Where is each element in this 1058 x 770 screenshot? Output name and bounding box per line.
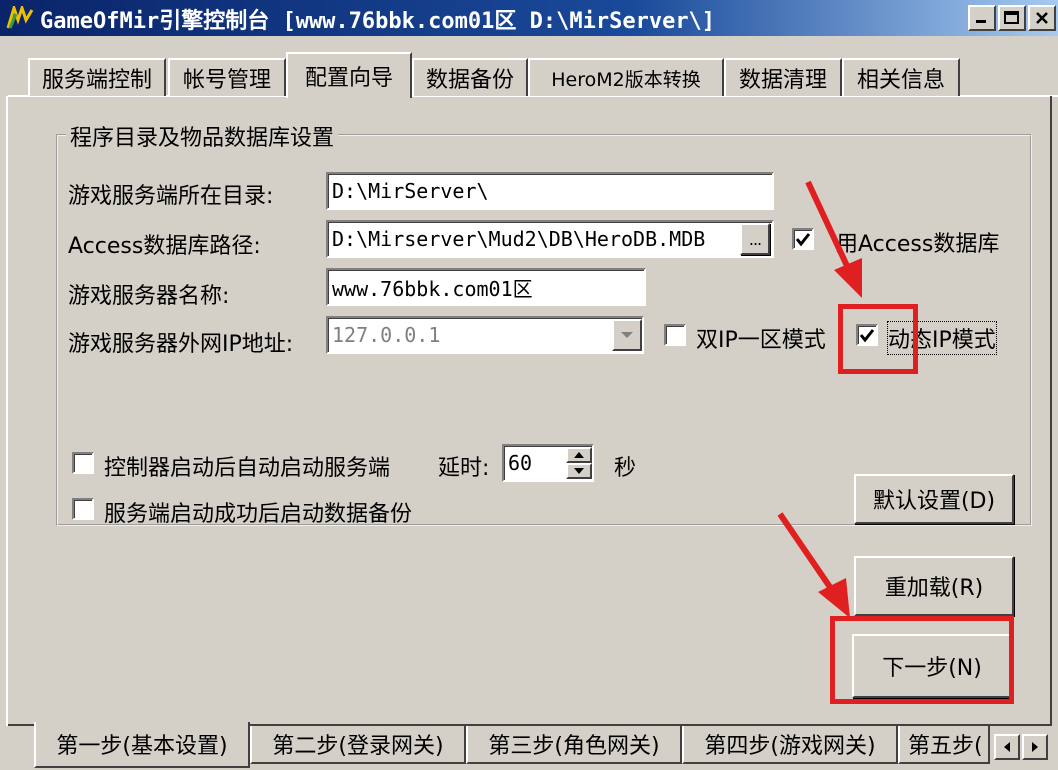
- tab-scroll-right-button[interactable]: [1022, 734, 1048, 760]
- tab-step3-role-gate[interactable]: 第三步(角色网关): [466, 726, 682, 764]
- tab-scroll-left-button[interactable]: [994, 734, 1020, 760]
- tab-config-wizard[interactable]: 配置向导: [286, 52, 412, 98]
- tab-step2-login-gate[interactable]: 第二步(登录网关): [250, 726, 466, 764]
- red-arrow-icon: [805, 180, 862, 298]
- arrow-right-icon: [1032, 742, 1038, 752]
- red-arrow-icon: [777, 512, 850, 618]
- annotation-arrows: [777, 180, 862, 618]
- tab-step4-game-gate[interactable]: 第四步(游戏网关): [682, 726, 898, 764]
- tab-step5[interactable]: 第五步(: [898, 726, 990, 764]
- tab-step1-basic[interactable]: 第一步(基本设置): [34, 722, 250, 768]
- arrow-left-icon: [1004, 742, 1010, 752]
